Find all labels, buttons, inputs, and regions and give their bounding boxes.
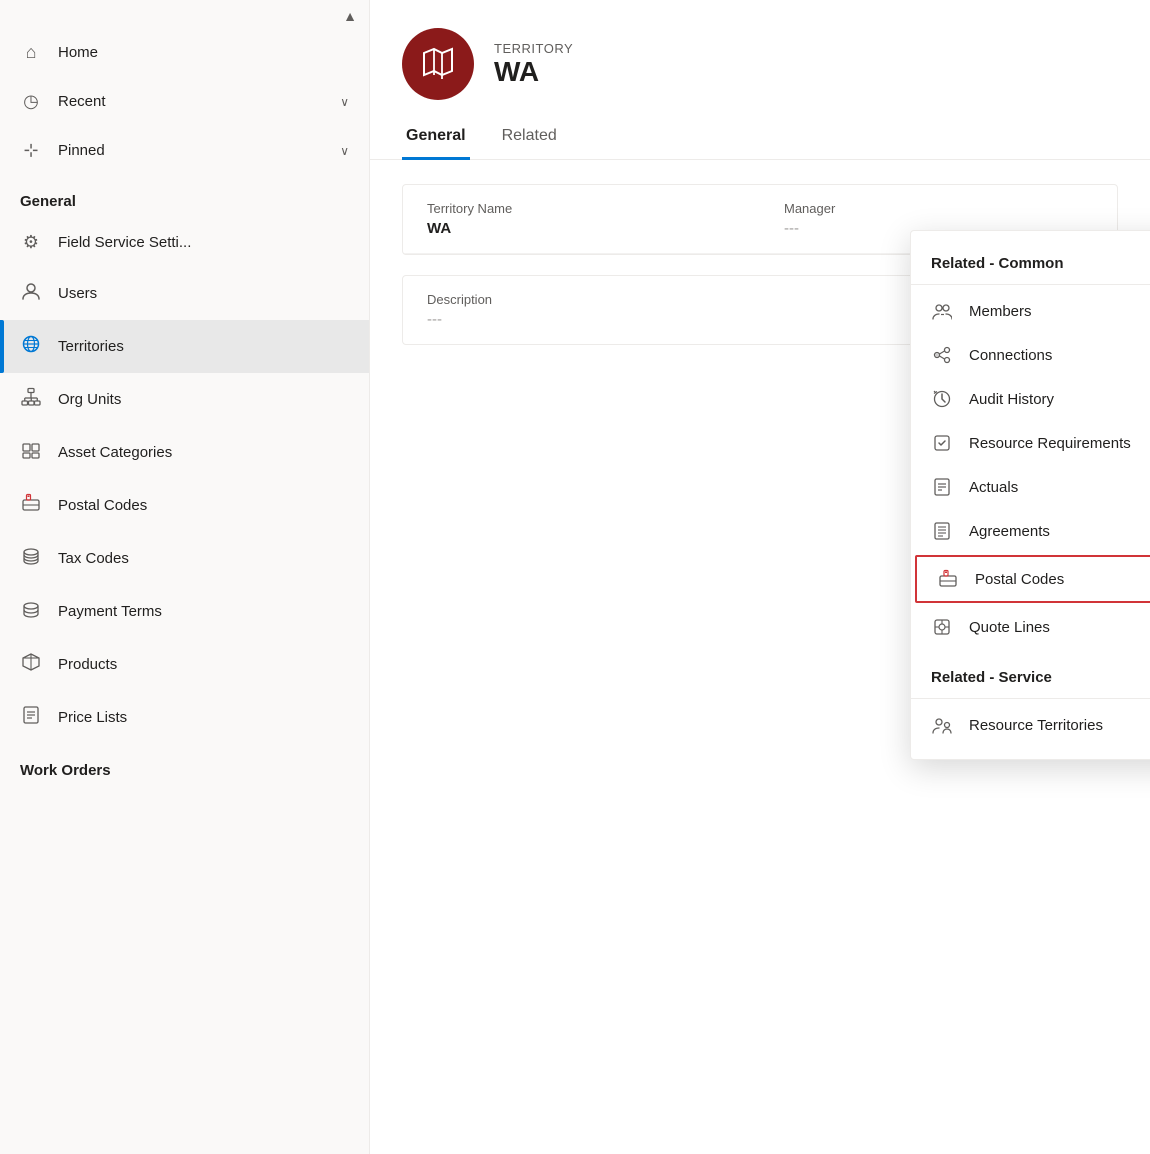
sidebar-item-price-lists[interactable]: Price Lists <box>0 691 369 744</box>
sidebar-item-org-units[interactable]: Org Units <box>0 373 369 426</box>
entity-info: TERRITORY WA <box>494 41 573 88</box>
field-label: Manager <box>784 201 1093 216</box>
sidebar: ▲ ⌂ Home ◷ Recent ∨ ⊹ Pinned ∨ General ⚙… <box>0 0 370 1154</box>
sidebar-item-postal-codes[interactable]: Postal Codes <box>0 479 369 532</box>
sidebar-item-users[interactable]: Users <box>0 267 369 320</box>
sidebar-item-label: Payment Terms <box>58 603 349 620</box>
dropdown-item-label: Audit History <box>969 391 1054 408</box>
sidebar-item-label: Postal Codes <box>58 497 349 514</box>
gear-icon: ⚙ <box>20 232 42 253</box>
dropdown-item-actuals[interactable]: Actuals <box>911 465 1150 509</box>
quote-lines-icon <box>931 616 953 638</box>
sidebar-section-work-orders: Work Orders <box>0 744 369 787</box>
sidebar-item-label: Field Service Setti... <box>58 234 349 251</box>
dropdown-item-resource-requirements[interactable]: Resource Requirements <box>911 421 1150 465</box>
sidebar-scroll: ⌂ Home ◷ Recent ∨ ⊹ Pinned ∨ General ⚙ F… <box>0 28 369 1154</box>
pin-icon: ⊹ <box>20 140 42 161</box>
divider <box>911 284 1150 285</box>
asset-icon <box>20 440 42 465</box>
dropdown-item-label: Quote Lines <box>969 619 1050 636</box>
connections-icon <box>931 344 953 366</box>
dropdown-section-common: Related - Common <box>911 243 1150 280</box>
sidebar-item-label: Asset Categories <box>58 444 349 461</box>
dropdown-item-resource-territories[interactable]: Resource Territories <box>911 703 1150 747</box>
divider <box>911 698 1150 699</box>
home-icon: ⌂ <box>20 42 42 63</box>
dropdown-item-label: Resource Requirements <box>969 435 1131 452</box>
dropdown-item-label: Members <box>969 303 1032 320</box>
sidebar-section-general: General <box>0 175 369 218</box>
sidebar-item-territories[interactable]: Territories <box>0 320 369 373</box>
entity-name: WA <box>494 56 573 88</box>
entity-type: TERRITORY <box>494 41 573 56</box>
sidebar-item-field-service-settings[interactable]: ⚙ Field Service Setti... <box>0 218 369 267</box>
org-icon <box>20 387 42 412</box>
dropdown-item-label: Connections <box>969 347 1052 364</box>
dropdown-item-postal-codes[interactable]: Postal Codes <box>915 555 1150 603</box>
entity-avatar <box>402 28 474 100</box>
clock-icon: ◷ <box>20 91 42 112</box>
tabs-bar: General Related <box>370 116 1150 160</box>
sidebar-item-label: Pinned <box>58 142 324 159</box>
sidebar-item-label: Products <box>58 656 349 673</box>
dropdown-item-connections[interactable]: Connections <box>911 333 1150 377</box>
entity-header: TERRITORY WA <box>370 0 1150 116</box>
dropdown-item-agreements[interactable]: Agreements <box>911 509 1150 553</box>
dropdown-item-quote-lines[interactable]: Quote Lines <box>911 605 1150 649</box>
sidebar-item-tax-codes[interactable]: Tax Codes <box>0 532 369 585</box>
sidebar-item-label: Users <box>58 285 349 302</box>
dropdown-item-label: Resource Territories <box>969 717 1103 734</box>
dropdown-item-audit-history[interactable]: Audit History <box>911 377 1150 421</box>
members-icon <box>931 300 953 322</box>
field-territory-name: Territory Name WA <box>403 185 760 254</box>
chevron-down-icon: ∨ <box>340 95 349 109</box>
mailbox-icon <box>20 493 42 518</box>
resource-territories-icon <box>931 714 953 736</box>
dropdown-item-label: Agreements <box>969 523 1050 540</box>
dropdown-section-service: Related - Service <box>911 657 1150 694</box>
payment-icon <box>20 599 42 624</box>
chevron-down-icon: ∨ <box>340 144 349 158</box>
price-list-icon <box>20 705 42 730</box>
field-value: WA <box>427 220 736 237</box>
sidebar-item-asset-categories[interactable]: Asset Categories <box>0 426 369 479</box>
audit-history-icon <box>931 388 953 410</box>
sidebar-item-pinned[interactable]: ⊹ Pinned ∨ <box>0 126 369 175</box>
collapse-button[interactable]: ▲ <box>0 0 369 28</box>
sidebar-item-label: Territories <box>58 338 349 355</box>
postal-codes-icon <box>937 568 959 590</box>
dropdown-item-members[interactable]: Members <box>911 289 1150 333</box>
sidebar-item-label: Home <box>58 44 349 61</box>
sidebar-item-label: Org Units <box>58 391 349 408</box>
sidebar-item-products[interactable]: Products <box>0 638 369 691</box>
sidebar-item-home[interactable]: ⌂ Home <box>0 28 369 77</box>
resource-requirements-icon <box>931 432 953 454</box>
related-dropdown-menu: Related - Common Members <box>910 230 1150 760</box>
agreements-icon <box>931 520 953 542</box>
sidebar-item-label: Price Lists <box>58 709 349 726</box>
sidebar-item-recent[interactable]: ◷ Recent ∨ <box>0 77 369 126</box>
sidebar-item-payment-terms[interactable]: Payment Terms <box>0 585 369 638</box>
user-icon <box>20 281 42 306</box>
globe-icon <box>20 334 42 359</box>
sidebar-item-label: Tax Codes <box>58 550 349 567</box>
tab-related[interactable]: Related <box>498 117 561 160</box>
tab-general[interactable]: General <box>402 117 470 160</box>
tax-icon <box>20 546 42 571</box>
dropdown-item-label: Actuals <box>969 479 1018 496</box>
products-icon <box>20 652 42 677</box>
actuals-icon <box>931 476 953 498</box>
main-content: TERRITORY WA General Related Territory N… <box>370 0 1150 1154</box>
dropdown-item-label: Postal Codes <box>975 571 1064 588</box>
field-label: Territory Name <box>427 201 736 216</box>
sidebar-item-label: Recent <box>58 93 324 110</box>
